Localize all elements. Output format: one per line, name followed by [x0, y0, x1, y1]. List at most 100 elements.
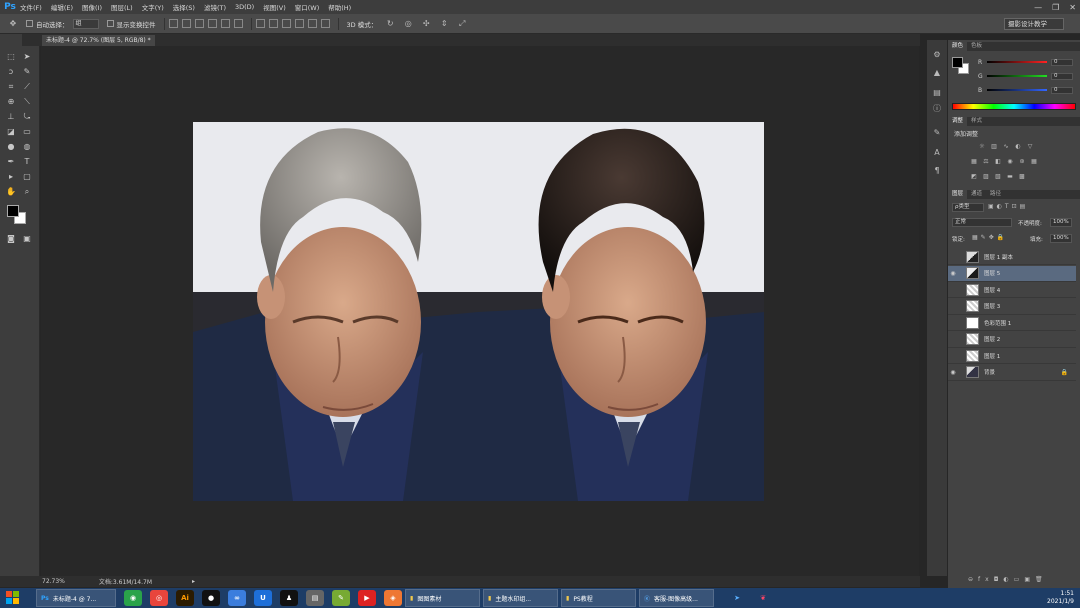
blur-tool-icon[interactable]: ● — [6, 142, 16, 152]
workspace-dropdown[interactable]: 摄影设计教学 — [1004, 18, 1064, 30]
layer-row[interactable]: 图层 1 副本 — [948, 249, 1076, 265]
tab-color[interactable]: 颜色 — [948, 42, 968, 51]
layer-name[interactable]: 图层 4 — [984, 286, 1000, 294]
zoom-tool-icon[interactable]: ⌕ — [22, 187, 32, 197]
start-button[interactable] — [0, 588, 26, 608]
brush-presets-icon[interactable]: ✎ — [932, 128, 942, 138]
layer-name[interactable]: 图层 2 — [984, 335, 1000, 343]
layer-name[interactable]: 图层 1 副本 — [984, 253, 1013, 261]
screen-mode-icon[interactable]: ▣ — [22, 234, 32, 244]
system-clock[interactable]: 1:51 2021/1/9 — [1047, 590, 1074, 606]
quick-select-icon[interactable]: ✎ — [22, 67, 32, 77]
gradient-map-icon[interactable]: ▬ — [1006, 173, 1014, 180]
document-canvas[interactable] — [193, 122, 764, 501]
eye-icon[interactable]: ◉ — [948, 369, 958, 376]
selective-color-icon[interactable]: ▩ — [1018, 173, 1026, 180]
taskbar-client[interactable]: Ⓚ 客服-图像高级... — [639, 589, 714, 607]
eye-icon[interactable]: ◉ — [948, 270, 958, 277]
menu-view[interactable]: 视图(V) — [263, 2, 286, 12]
layer-name[interactable]: 背景 — [984, 368, 995, 376]
marquee-tool-icon[interactable]: ⬚ — [6, 52, 16, 62]
brightness-icon[interactable]: ☼ — [978, 143, 986, 150]
type-tool-icon[interactable]: T — [22, 157, 32, 167]
obs-icon[interactable]: ● — [202, 590, 220, 606]
history-brush-icon[interactable]: ⤿ — [22, 112, 32, 122]
distribute-vcenter-icon[interactable] — [268, 19, 278, 28]
black-white-icon[interactable]: ◧ — [994, 158, 1002, 165]
pan-3d-icon[interactable]: ✣ — [421, 19, 431, 29]
distribute-hcenter-icon[interactable] — [307, 19, 317, 28]
menu-file[interactable]: 文件(F) — [20, 2, 42, 12]
color-spectrum[interactable] — [952, 103, 1076, 110]
layer-row[interactable]: 图层 4 — [948, 282, 1076, 298]
layer-row[interactable]: 图层 2 — [948, 332, 1076, 348]
layer-row[interactable]: 图层 3 — [948, 299, 1076, 315]
layer-name[interactable]: 图层 5 — [984, 269, 1000, 277]
info-icon[interactable]: ⓘ — [932, 104, 942, 114]
layer-name[interactable]: 图层 3 — [984, 302, 1000, 310]
shape-tool-icon[interactable]: ▢ — [22, 172, 32, 182]
pen-tool-icon[interactable]: ✒ — [6, 157, 16, 167]
align-top-icon[interactable] — [168, 19, 178, 28]
status-arrow-icon[interactable]: ▸ — [192, 578, 195, 585]
close-button[interactable]: ✕ — [1069, 3, 1076, 12]
zoom-level[interactable]: 72.73% — [42, 578, 65, 585]
healing-brush-icon[interactable]: ⊕ — [6, 97, 16, 107]
crop-tool-icon[interactable]: ⌗ — [6, 82, 16, 92]
roll-3d-icon[interactable]: ◎ — [403, 19, 413, 29]
paragraph-icon[interactable]: ¶ — [932, 166, 942, 176]
layer-name[interactable]: 图层 1 — [984, 352, 1000, 360]
taskbar-folder-3[interactable]: ▮ PS教程 — [561, 589, 636, 607]
wechat-icon[interactable]: ◉ — [124, 590, 142, 606]
align-vcenter-icon[interactable] — [181, 19, 191, 28]
distribute-right-icon[interactable] — [320, 19, 330, 28]
color-lookup-icon[interactable]: ▦ — [1030, 158, 1038, 165]
tab-layers[interactable]: 图层 — [948, 190, 968, 199]
color-fg-swatch[interactable] — [952, 57, 963, 68]
illustrator-icon[interactable]: Ai — [176, 590, 194, 606]
opacity-input[interactable]: 100% — [1050, 218, 1072, 227]
eyedropper-icon[interactable]: ⟋ — [22, 82, 32, 92]
levels-icon[interactable]: ▥ — [990, 143, 998, 150]
security-icon[interactable]: U — [254, 590, 272, 606]
taskbar-folder-1[interactable]: ▮ 图图素材 — [405, 589, 480, 607]
green-slider[interactable]: G 0 — [978, 72, 1078, 80]
brush-tool-icon[interactable]: ⟍ — [22, 97, 32, 107]
tab-adjustments[interactable]: 调整 — [948, 117, 968, 126]
taskbar-folder-2[interactable]: ▮ 主题水印组... — [483, 589, 558, 607]
history-icon[interactable]: ⚙ — [932, 50, 942, 60]
editor-icon[interactable]: ✎ — [332, 590, 350, 606]
menu-layer[interactable]: 图层(L) — [111, 2, 133, 12]
foreground-color-swatch[interactable] — [7, 205, 19, 217]
layer-filter-icons[interactable]: ▣◐T⊡▤ — [988, 203, 1028, 210]
layer-row[interactable]: ◉ 背景 🔒 — [948, 365, 1076, 381]
exposure-icon[interactable]: ◐ — [1014, 143, 1022, 150]
document-size[interactable]: 文档:3.61M/14.7M — [99, 577, 152, 586]
red-slider[interactable]: R 0 — [978, 58, 1078, 66]
player-icon[interactable]: ▶ — [358, 590, 376, 606]
restore-button[interactable]: ❐ — [1052, 3, 1059, 12]
align-bottom-icon[interactable] — [194, 19, 204, 28]
path-select-icon[interactable]: ▸ — [6, 172, 16, 182]
blend-mode-dropdown[interactable]: 正常 — [952, 218, 1012, 227]
auto-select-checkbox[interactable] — [26, 20, 33, 27]
align-hcenter-icon[interactable] — [220, 19, 230, 28]
distribute-left-icon[interactable] — [294, 19, 304, 28]
hand-tool-icon[interactable]: ✋ — [6, 187, 16, 197]
document-tab[interactable]: 未标题-4 @ 72.7% (图层 5, RGB/8) * — [42, 35, 155, 46]
quick-mask-icon[interactable]: ◙ — [6, 234, 16, 244]
menu-type[interactable]: 文字(Y) — [142, 2, 164, 12]
channel-mixer-icon[interactable]: ⊛ — [1018, 158, 1026, 165]
tray-arrow-icon[interactable]: ➤ — [728, 590, 746, 606]
layer-bottom-icons[interactable]: ⊖fx◘◐▭▣🗑 — [968, 576, 1048, 583]
clone-stamp-icon[interactable]: ⊥ — [6, 112, 16, 122]
menu-filter[interactable]: 滤镜(T) — [204, 2, 226, 12]
menu-image[interactable]: 图像(I) — [82, 2, 102, 12]
eraser-tool-icon[interactable]: ◪ — [6, 127, 16, 137]
layer-row[interactable]: ◉ 图层 5 — [948, 265, 1076, 282]
properties-icon[interactable]: ▤ — [932, 88, 942, 98]
paint-icon[interactable]: ◈ — [384, 590, 402, 606]
hue-saturation-icon[interactable]: ▦ — [970, 158, 978, 165]
photo-filter-icon[interactable]: ◉ — [1006, 158, 1014, 165]
rotate-3d-icon[interactable]: ↻ — [385, 19, 395, 29]
